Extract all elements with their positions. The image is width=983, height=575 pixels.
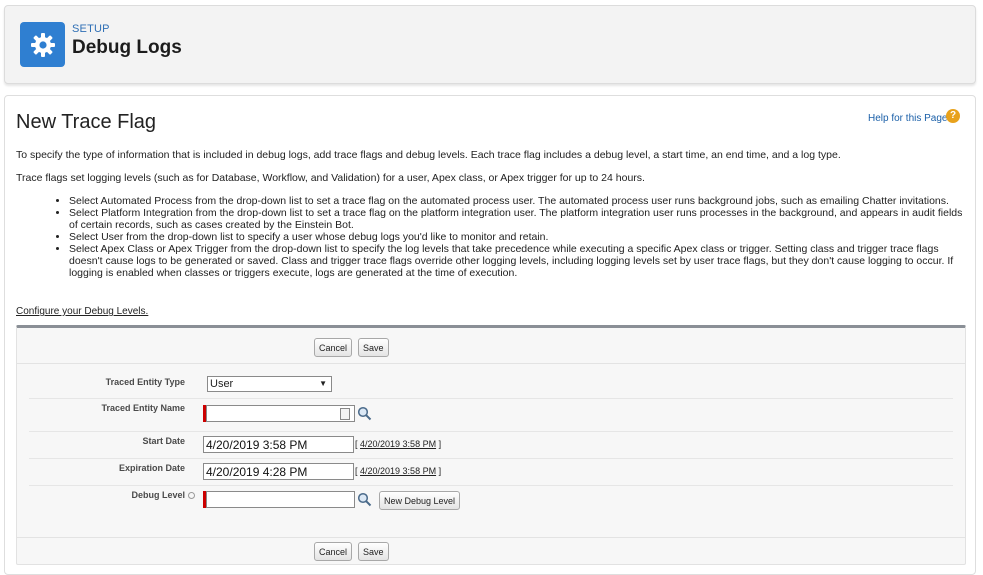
start-date-input[interactable]: [203, 436, 354, 453]
help-link[interactable]: Help for this Page: [868, 113, 948, 124]
expiration-date-input[interactable]: [203, 463, 354, 480]
debug-level-input[interactable]: [206, 491, 355, 508]
page-title: New Trace Flag: [16, 111, 157, 133]
list-item: Select Apex Class or Apex Trigger from t…: [69, 243, 965, 279]
traced-entity-name-label: Traced Entity Name: [101, 403, 185, 413]
page-header-title: Debug Logs: [72, 37, 182, 58]
info-icon[interactable]: [188, 492, 195, 499]
breadcrumb: SETUP: [72, 23, 110, 35]
cancel-button[interactable]: Cancel: [314, 338, 353, 357]
expiration-date-shortcut: [ 4/20/2019 3:58 PM ]: [355, 466, 442, 476]
list-item: Select User from the drop-down list to s…: [69, 231, 965, 243]
expiration-date-label: Expiration Date: [118, 463, 185, 473]
list-item: Select Automated Process from the drop-d…: [69, 195, 965, 207]
traced-entity-type-select[interactable]: User ▼: [207, 376, 332, 392]
expiration-date-now-link[interactable]: 4/20/2019 3:58 PM: [360, 466, 436, 476]
save-button[interactable]: Save: [358, 338, 389, 357]
start-date-label: Start Date: [142, 436, 185, 446]
list-item: Select Platform Integration from the dro…: [69, 207, 965, 231]
configure-debug-levels-link[interactable]: Configure your Debug Levels.: [16, 306, 148, 317]
divider: [17, 363, 965, 364]
lookup-search-icon[interactable]: [357, 492, 372, 507]
debug-level-label-text: Debug Level: [131, 490, 185, 500]
traced-entity-type-value: User: [210, 378, 234, 390]
start-date-now-link[interactable]: 4/20/2019 3:58 PM: [360, 439, 436, 449]
instructions-list: Select Automated Process from the drop-d…: [53, 195, 965, 279]
main-content: New Trace Flag Help for this Page ? To s…: [4, 95, 976, 575]
trace-flag-form: Cancel Save Traced Entity Type User ▼ Tr…: [16, 325, 966, 565]
traced-entity-name-input[interactable]: [206, 405, 355, 422]
new-debug-level-button[interactable]: New Debug Level: [379, 491, 461, 510]
lookup-book-icon[interactable]: [340, 408, 350, 420]
page-header: SETUP Debug Logs: [4, 5, 976, 84]
debug-level-label: Debug Level: [17, 490, 185, 500]
intro-paragraph-2: Trace flags set logging levels (such as …: [16, 172, 645, 184]
dropdown-arrow-icon: ▼: [319, 379, 327, 388]
divider: [17, 537, 965, 538]
intro-paragraph: To specify the type of information that …: [16, 149, 841, 161]
help-icon[interactable]: ?: [946, 109, 960, 123]
start-date-shortcut: [ 4/20/2019 3:58 PM ]: [355, 439, 442, 449]
traced-entity-type-label: Traced Entity Type: [105, 377, 185, 387]
lookup-search-icon[interactable]: [357, 406, 372, 421]
gear-icon: [20, 22, 65, 67]
cancel-button[interactable]: Cancel: [314, 542, 353, 561]
save-button[interactable]: Save: [358, 542, 389, 561]
